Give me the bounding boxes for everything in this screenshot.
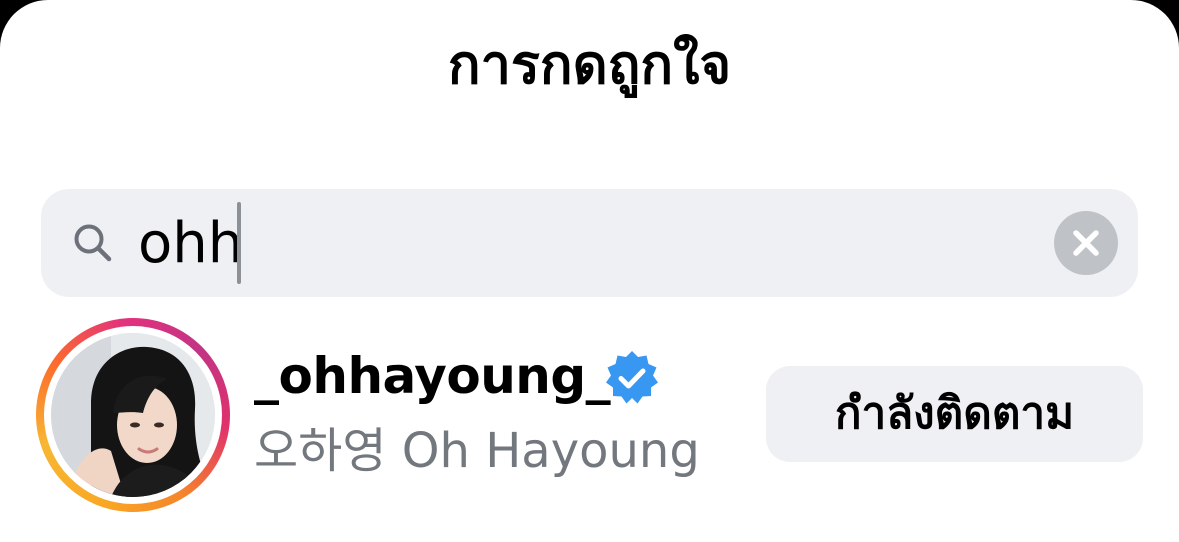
likes-sheet: การกดถูกใจ ohh _ohhayoung_ 오하영 Oh Hayoun…	[0, 0, 1179, 542]
text-caret	[237, 202, 241, 284]
verified-badge-icon	[603, 349, 661, 407]
following-button[interactable]: กำลังติดตาม	[766, 366, 1143, 462]
close-icon	[1073, 230, 1099, 256]
search-input[interactable]: ohh	[138, 211, 243, 277]
search-icon	[71, 221, 115, 265]
avatar[interactable]	[51, 333, 215, 497]
result-full-name: 오하영 Oh Hayoung	[254, 423, 700, 479]
clear-search-button[interactable]	[1054, 211, 1118, 275]
sheet-title: การกดถูกใจ	[447, 33, 732, 96]
result-username[interactable]: _ohhayoung_	[254, 344, 611, 408]
